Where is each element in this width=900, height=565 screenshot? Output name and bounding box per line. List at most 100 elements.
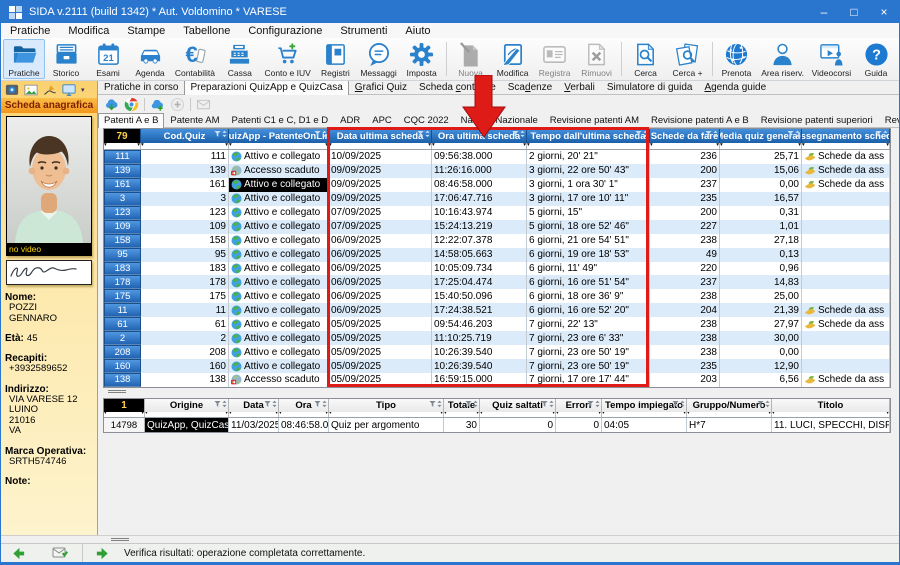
tab-agenda-guide[interactable]: Agenda guide: [698, 81, 772, 94]
cell-ora-ultima-scheda[interactable]: 10:26:39.540: [432, 359, 527, 373]
tab-revisione-patenti-superiori[interactable]: Revisione patenti superiori: [755, 113, 879, 127]
cell-data-ultima-scheda[interactable]: 09/09/2025: [329, 178, 432, 192]
cell-quizapp-status[interactable]: Attivo e collegato: [229, 150, 329, 164]
webcam-icon[interactable]: [5, 83, 19, 97]
tab-adr[interactable]: ADR: [334, 113, 366, 127]
sort-filter-icons[interactable]: [672, 400, 685, 408]
table-row[interactable]: 123123Attivo e collegato07/09/202510:16:…: [104, 206, 890, 220]
cell-quizapp-status[interactable]: Attivo e collegato: [229, 303, 329, 317]
cell-schede-da-fare[interactable]: 237: [650, 275, 720, 289]
cell-tempo-ultima-scheda[interactable]: 7 giorni, 23 ore 50' 19": [527, 345, 650, 359]
cell-ora-ultima-scheda[interactable]: 17:24:38.521: [432, 303, 527, 317]
cell-cod-quiz[interactable]: 109: [141, 220, 229, 234]
cell-cod-quiz[interactable]: 158: [141, 234, 229, 248]
cell-schede-da-fare[interactable]: 238: [650, 234, 720, 248]
tab-revisione-cqc[interactable]: Revisione CQC: [879, 113, 899, 127]
mail-icon[interactable]: [196, 97, 211, 112]
toolbar-messaggi[interactable]: Messaggi: [356, 39, 400, 79]
filter-cell[interactable]: ▾▾: [556, 412, 602, 417]
cell-tempo-ultima-scheda[interactable]: 5 giorni, 15": [527, 206, 650, 220]
cell-tempo-ultima-scheda[interactable]: 5 giorni, 18 ore 52' 46": [527, 220, 650, 234]
toolbar-area-riserv[interactable]: Area riserv.: [757, 39, 807, 79]
sort-filter-icons[interactable]: [417, 130, 430, 138]
filter-cell[interactable]: ▾▾: [141, 143, 229, 149]
column-header-errori[interactable]: Errori: [556, 399, 602, 412]
filter-cell[interactable]: ▾▾: [527, 143, 650, 149]
column-header-quiz-saltati[interactable]: Quiz saltati: [480, 399, 556, 412]
filter-cell[interactable]: ▾▾: [432, 143, 527, 149]
menu-aiuto[interactable]: Aiuto: [396, 23, 439, 38]
cell-tempo-ultima-scheda[interactable]: 2 giorni, 20' 21": [527, 150, 650, 164]
cell-ora-ultima-scheda[interactable]: 14:58:05.663: [432, 248, 527, 262]
cell-media-quiz-generale[interactable]: 12,90: [720, 359, 802, 373]
toolbar-storico[interactable]: Storico: [45, 39, 87, 79]
tab-patenti-c1-e-c-d1-e-d[interactable]: Patenti C1 e C, D1 e D: [226, 113, 335, 127]
browser-icon[interactable]: [124, 97, 139, 112]
cloud-download-icon[interactable]: [104, 97, 119, 112]
cell-data-ultima-scheda[interactable]: 06/09/2025: [329, 275, 432, 289]
tab-cqc-2022[interactable]: CQC 2022: [398, 113, 455, 127]
cell-ora-ultima-scheda[interactable]: 09:54:46.203: [432, 317, 527, 331]
cell-schede-da-fare[interactable]: 238: [650, 331, 720, 345]
cell-tempo-ultima-scheda[interactable]: 7 giorni, 23 ore 6' 33": [527, 331, 650, 345]
toolbar-registra[interactable]: Registra: [534, 39, 576, 79]
table-row[interactable]: 111111Attivo e collegato10/09/202509:56:…: [104, 150, 890, 164]
cell-ora-ultima-scheda[interactable]: 17:25:04.474: [432, 275, 527, 289]
row-number[interactable]: 158: [104, 234, 141, 248]
column-header-tipo[interactable]: Tipo: [329, 399, 444, 412]
toolbar-imposta[interactable]: Imposta: [401, 39, 443, 79]
cell-media-quiz-generale[interactable]: 0,13: [720, 248, 802, 262]
sort-filter-icons[interactable]: [429, 400, 442, 408]
tab-scadenze[interactable]: Scadenze: [502, 81, 558, 94]
mail-check-icon[interactable]: [52, 546, 68, 560]
cell-gruppo-numero[interactable]: H*7: [687, 418, 772, 432]
monitor-icon[interactable]: [62, 83, 76, 97]
toolbar-guida[interactable]: ?Guida: [855, 39, 897, 79]
tab-pratiche-in-corso[interactable]: Pratiche in corso: [98, 81, 184, 94]
tab-scheda-contabile[interactable]: Scheda contabile: [413, 81, 502, 94]
result-row[interactable]: 14798QuizApp, QuizCasa11/03/202508:46:58…: [104, 418, 890, 432]
cell-schede-da-fare[interactable]: 238: [650, 345, 720, 359]
sort-filter-icons[interactable]: [787, 130, 800, 138]
cell-schede-da-fare[interactable]: 238: [650, 317, 720, 331]
cell-assegnamento-schede[interactable]: [802, 262, 890, 276]
cell-assegnamento-schede[interactable]: Schede da ass: [802, 164, 890, 178]
row-number[interactable]: 178: [104, 275, 141, 289]
photo-icon[interactable]: [24, 83, 38, 97]
cell-cod-quiz[interactable]: 3: [141, 192, 229, 206]
cell-assegnamento-schede[interactable]: Schede da ass: [802, 303, 890, 317]
cell-data-ultima-scheda[interactable]: 07/09/2025: [329, 206, 432, 220]
menu-strumenti[interactable]: Strumenti: [331, 23, 396, 38]
menu-stampe[interactable]: Stampe: [118, 23, 174, 38]
cell-ora-ultima-scheda[interactable]: 10:16:43.974: [432, 206, 527, 220]
cell-media-quiz-generale[interactable]: 0,31: [720, 206, 802, 220]
sort-filter-icons[interactable]: [705, 130, 718, 138]
column-header-ora-ultima-scheda[interactable]: Ora ultima scheda: [432, 129, 527, 143]
cell-quizapp-status[interactable]: Attivo e collegato: [229, 275, 329, 289]
cell-assegnamento-schede[interactable]: [802, 206, 890, 220]
row-number[interactable]: 123: [104, 206, 141, 220]
table-row[interactable]: 9595Attivo e collegato06/09/202514:58:05…: [104, 248, 890, 262]
cell-schede-da-fare[interactable]: 200: [650, 206, 720, 220]
cell-media-quiz-generale[interactable]: 14,83: [720, 275, 802, 289]
tab-revisione-patenti-a-e-b[interactable]: Revisione patenti A e B: [645, 113, 755, 127]
table-row[interactable]: 138138Accesso scaduto05/09/202516:59:15.…: [104, 373, 890, 387]
cell-media-quiz-generale[interactable]: 15,06: [720, 164, 802, 178]
toolbar-esami[interactable]: 21Esami: [87, 39, 129, 79]
table-row[interactable]: 1111Attivo e collegato06/09/202517:24:38…: [104, 303, 890, 317]
filter-cell[interactable]: ▾▾: [329, 412, 444, 417]
tab-nautica-nazionale[interactable]: Nautica Nazionale: [455, 113, 544, 127]
cell-assegnamento-schede[interactable]: [802, 248, 890, 262]
menu-configurazione[interactable]: Configurazione: [239, 23, 331, 38]
result-row-number[interactable]: 14798: [104, 418, 145, 432]
cell-quizapp-status[interactable]: Accesso scaduto: [229, 164, 329, 178]
cell-quizapp-status[interactable]: Attivo e collegato: [229, 234, 329, 248]
cell-data-ultima-scheda[interactable]: 07/09/2025: [329, 220, 432, 234]
cell-totale[interactable]: 30: [444, 418, 480, 432]
row-count-header[interactable]: 79: [104, 129, 141, 143]
cell-tempo-ultima-scheda[interactable]: 6 giorni, 18 ore 36' 9": [527, 289, 650, 303]
cell-cod-quiz[interactable]: 183: [141, 262, 229, 276]
toolbar-agenda[interactable]: Agenda: [129, 39, 171, 79]
tab-patenti-a-e-b[interactable]: Patenti A e B: [98, 113, 164, 128]
cell-quizapp-status[interactable]: Attivo e collegato: [229, 206, 329, 220]
